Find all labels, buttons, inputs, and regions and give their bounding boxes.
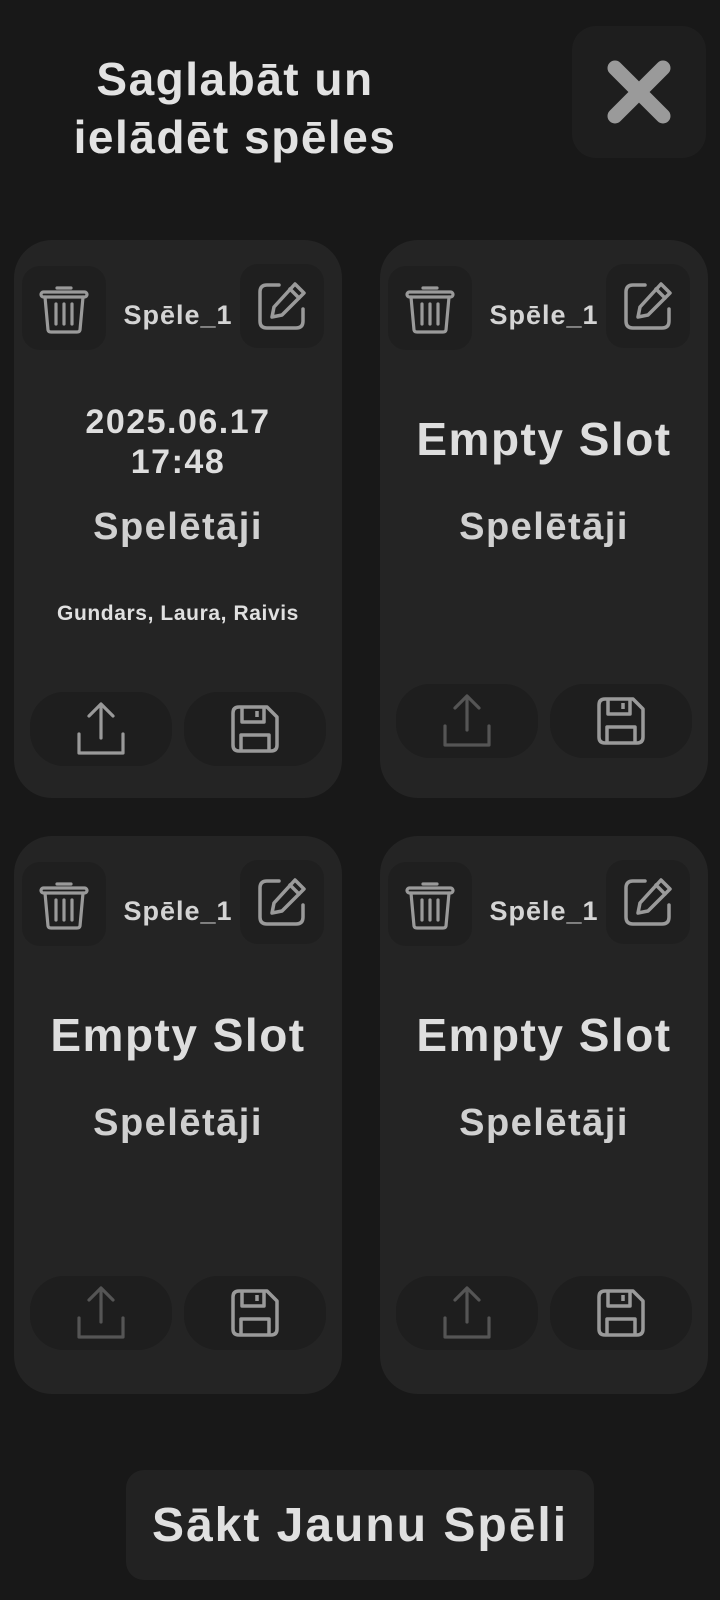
slot-time: 17:48 [130, 443, 226, 481]
delete-button[interactable] [388, 862, 472, 946]
players-list: Gundars, Laura, Raivis [57, 602, 299, 625]
save-icon [597, 1289, 645, 1337]
empty-slot-label: Empty Slot [416, 1009, 672, 1061]
upload-button[interactable] [396, 1276, 538, 1350]
empty-slot-label: Empty Slot [50, 1009, 306, 1061]
save-icon [597, 697, 645, 745]
save-slot-1: Spēle_1 2025.06.17 17:48 Spelētāji Gunda… [14, 240, 342, 798]
slot-name: Spēle_1 [123, 300, 233, 330]
page-title-line-1: Saglabāt un [96, 53, 374, 105]
save-icon [231, 705, 279, 753]
page-title: Saglabāt un ielādēt spēles [30, 50, 440, 166]
save-slot-3: Spēle_1 Empty Slot Spelētāji [14, 836, 342, 1394]
upload-icon [443, 1286, 491, 1339]
rename-button[interactable] [240, 860, 324, 944]
slot-timestamp: 2025.06.17 17:48 [14, 402, 342, 482]
save-button[interactable] [550, 1276, 692, 1350]
save-slot-4: Spēle_1 Empty Slot Spelētāji [380, 836, 708, 1394]
save-button[interactable] [550, 684, 692, 758]
new-game-button[interactable]: Sākt Jaunu Spēli [126, 1470, 594, 1580]
upload-button[interactable] [30, 1276, 172, 1350]
save-load-screen: Saglabāt un ielādēt spēles Spēle_1 2025.… [0, 0, 720, 1600]
empty-slot-label: Empty Slot [416, 413, 672, 465]
players-label: Spelētāji [93, 506, 263, 548]
edit-icon [258, 878, 306, 926]
rename-button[interactable] [606, 860, 690, 944]
edit-icon [624, 282, 672, 330]
edit-icon [624, 878, 672, 926]
delete-button[interactable] [388, 266, 472, 350]
save-icon [231, 1289, 279, 1337]
trash-icon [39, 286, 89, 334]
players-label: Spelētāji [459, 506, 629, 548]
trash-icon [39, 882, 89, 930]
close-button[interactable] [572, 26, 706, 158]
upload-icon [443, 694, 491, 747]
upload-button[interactable] [30, 692, 172, 766]
page-title-line-2: ielādēt spēles [73, 111, 397, 163]
slot-date: 2025.06.17 [85, 403, 271, 441]
save-button[interactable] [184, 692, 326, 766]
rename-button[interactable] [606, 264, 690, 348]
close-icon [607, 60, 671, 124]
players-label: Spelētāji [459, 1102, 629, 1144]
upload-icon [77, 702, 125, 755]
trash-icon [405, 882, 455, 930]
edit-icon [258, 282, 306, 330]
delete-button[interactable] [22, 266, 106, 350]
slot-name: Spēle_1 [123, 896, 233, 926]
rename-button[interactable] [240, 264, 324, 348]
players-label: Spelētāji [93, 1102, 263, 1144]
delete-button[interactable] [22, 862, 106, 946]
slot-name: Spēle_1 [489, 300, 599, 330]
save-slot-2: Spēle_1 Empty Slot Spelētāji [380, 240, 708, 798]
slot-name: Spēle_1 [489, 896, 599, 926]
trash-icon [405, 286, 455, 334]
upload-button[interactable] [396, 684, 538, 758]
upload-icon [77, 1286, 125, 1339]
save-button[interactable] [184, 1276, 326, 1350]
